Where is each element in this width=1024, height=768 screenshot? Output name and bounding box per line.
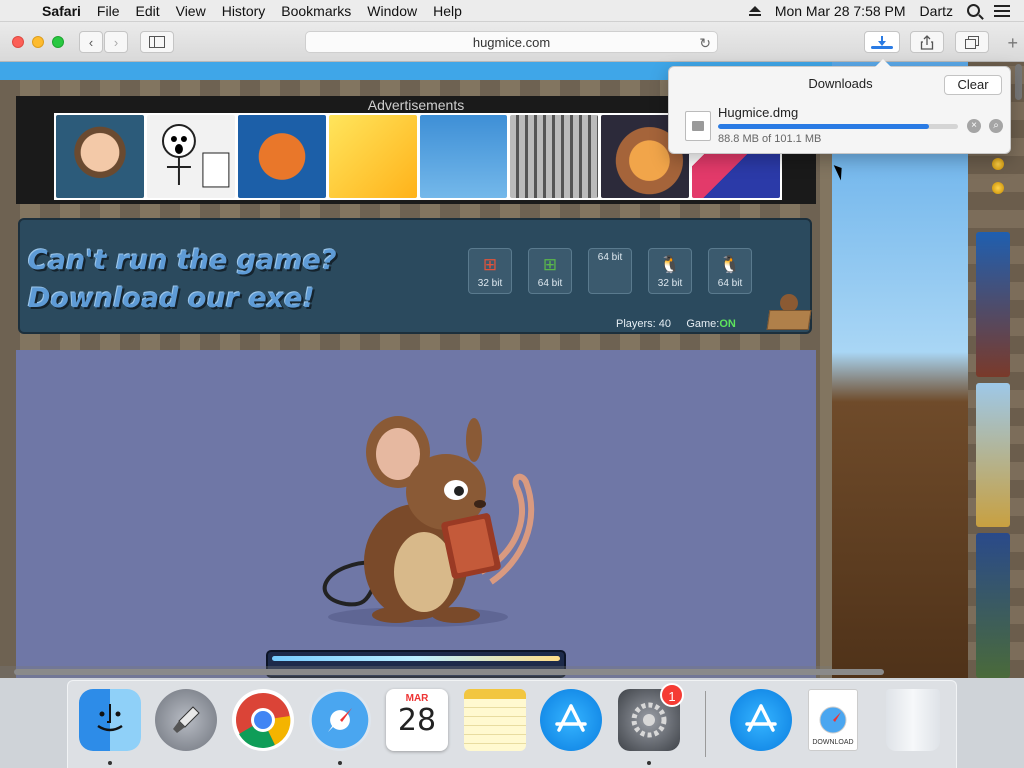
tabs-overview-button[interactable]	[955, 31, 989, 53]
downloads-button[interactable]	[864, 31, 900, 53]
coin-icon	[992, 182, 1004, 194]
mouse-mascot-reading-book	[322, 416, 535, 627]
tabs-icon	[965, 35, 979, 49]
menu-history[interactable]: History	[214, 0, 274, 22]
app-store-icon[interactable]	[540, 689, 602, 751]
reveal-in-finder-icon[interactable]: ⌕	[989, 119, 1003, 133]
download-exe-panel: Can't run the game? Download our exe! ⊞ …	[18, 218, 812, 334]
chrome-icon[interactable]	[232, 689, 294, 751]
app-store-download-icon[interactable]	[730, 689, 792, 751]
vertical-scrollbar[interactable]	[1015, 64, 1022, 100]
linux-penguin-icon: 🐧	[659, 255, 681, 274]
running-indicator	[108, 761, 112, 765]
right-scenery	[832, 62, 968, 678]
finder-icon[interactable]	[79, 689, 141, 751]
toolbar-download-progress	[871, 46, 893, 49]
ad-game-thumbnail[interactable]	[237, 115, 326, 198]
coin-icon	[992, 158, 1004, 170]
side-ad-2[interactable]	[976, 382, 1010, 528]
menu-file[interactable]: File	[89, 0, 128, 22]
menu-view[interactable]: View	[168, 0, 214, 22]
game-status: ON	[719, 318, 736, 330]
web-content: Advertisements Can't run the game? Downl…	[0, 62, 1024, 678]
share-button[interactable]	[910, 31, 944, 53]
safari-toolbar: ‹ › hugmice.com ↻ +	[0, 22, 1024, 62]
menu-help[interactable]: Help	[425, 0, 470, 22]
menu-edit[interactable]: Edit	[127, 0, 167, 22]
forward-button[interactable]: ›	[104, 31, 128, 53]
server-stats: Players: 40 Game:ON	[616, 318, 736, 330]
new-tab-plus-icon[interactable]: +	[1007, 33, 1018, 54]
windows-icon: ⊞	[542, 255, 558, 274]
download-line-1: Can't run the game?	[28, 245, 337, 276]
menubar-clock[interactable]: Mon Mar 28 7:58 PM	[775, 3, 906, 19]
linux-64bit-button[interactable]: 🐧 64 bit	[708, 248, 752, 294]
chevron-right-icon: ›	[113, 34, 119, 50]
dock: MAR 28 1 DOWNLOAD	[67, 680, 957, 768]
windows-64bit-button[interactable]: ⊞ 64 bit	[528, 248, 572, 294]
running-indicator	[647, 761, 651, 765]
notification-badge: 1	[660, 683, 684, 707]
side-ads[interactable]	[976, 232, 1010, 678]
download-progress-fill	[718, 124, 929, 129]
side-ad-1[interactable]	[976, 232, 1010, 377]
ad-game-thumbnail[interactable]	[146, 115, 235, 198]
safari-download-document-icon[interactable]: DOWNLOAD	[808, 689, 858, 751]
game-canvas[interactable]	[16, 350, 816, 678]
calendar-icon[interactable]: MAR 28	[386, 689, 448, 751]
notes-icon[interactable]	[464, 689, 526, 751]
running-indicator	[338, 761, 342, 765]
sidebar-icon	[149, 36, 165, 48]
clear-downloads-button[interactable]: Clear	[944, 75, 1002, 95]
menubar-user[interactable]: Dartz	[920, 3, 953, 19]
menu-app-safari[interactable]: Safari	[36, 0, 89, 22]
chevron-left-icon: ‹	[88, 34, 94, 50]
safari-icon[interactable]	[309, 689, 371, 751]
menu-window[interactable]: Window	[359, 0, 425, 22]
back-button[interactable]: ‹	[79, 31, 103, 53]
address-bar[interactable]: hugmice.com ↻	[305, 31, 718, 53]
ad-game-thumbnail[interactable]	[56, 115, 144, 198]
ad-game-thumbnail[interactable]	[510, 115, 599, 198]
eject-icon[interactable]	[748, 5, 761, 16]
calendar-day: 28	[397, 703, 437, 738]
linux-penguin-icon: 🐧	[719, 255, 741, 274]
ad-game-thumbnail[interactable]	[419, 115, 508, 198]
mouse-in-box-icon	[766, 292, 812, 330]
trash-icon[interactable]	[886, 689, 940, 751]
menu-bar: Safari File Edit View History Bookmarks …	[0, 0, 1024, 22]
windows-icon: ⊞	[482, 255, 498, 274]
cancel-download-icon[interactable]: ×	[967, 119, 981, 133]
menu-bookmarks[interactable]: Bookmarks	[273, 0, 359, 22]
players-count: Players: 40	[616, 318, 672, 330]
share-icon	[920, 34, 934, 50]
dmg-file-icon	[685, 111, 711, 141]
stick-figure-icon	[161, 124, 230, 188]
download-doc-label: DOWNLOAD	[812, 739, 854, 746]
launchpad-icon[interactable]	[155, 689, 217, 751]
download-progress-bar	[718, 124, 958, 129]
horizontal-scrollbar[interactable]	[0, 666, 884, 678]
system-preferences-icon[interactable]: 1	[618, 683, 684, 751]
window-minimize-button[interactable]	[32, 36, 44, 48]
side-ad-3[interactable]	[976, 533, 1010, 678]
reload-icon[interactable]: ↻	[699, 33, 711, 54]
sidebar-toggle-button[interactable]	[140, 31, 174, 53]
dock-separator	[705, 691, 706, 757]
download-exe-heading: Can't run the game? Download our exe!	[28, 242, 336, 318]
window-close-button[interactable]	[12, 36, 24, 48]
linux-32bit-button[interactable]: 🐧 32 bit	[648, 248, 692, 294]
download-size: 88.8 MB of 101.1 MB	[718, 133, 822, 145]
window-zoom-button[interactable]	[52, 36, 64, 48]
address-url: hugmice.com	[472, 35, 551, 50]
spotlight-search-icon[interactable]	[967, 4, 980, 17]
windows-32bit-button[interactable]: ⊞ 32 bit	[468, 248, 512, 294]
mac-64bit-button[interactable]: 64 bit	[588, 248, 632, 294]
notification-center-icon[interactable]	[994, 4, 1010, 17]
ad-game-thumbnail[interactable]	[328, 115, 417, 198]
downloads-popover: Downloads Clear Hugmice.dmg 88.8 MB of 1…	[668, 59, 1011, 154]
game-label: Game:	[686, 318, 720, 330]
download-file-name[interactable]: Hugmice.dmg	[718, 105, 798, 120]
download-line-2: Download our exe!	[28, 283, 315, 314]
